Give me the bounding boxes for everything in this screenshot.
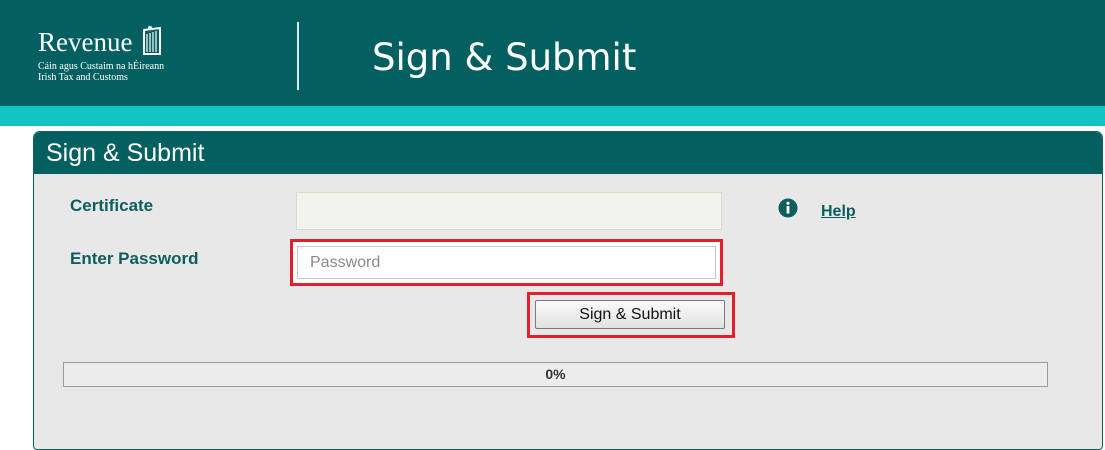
progress-label: 0% <box>545 366 566 382</box>
password-input[interactable] <box>297 246 716 279</box>
submit-highlight-box: Sign & Submit <box>527 292 735 338</box>
harp-icon <box>141 26 163 61</box>
page-title: Sign & Submit <box>372 36 637 79</box>
certificate-label: Certificate <box>70 196 154 215</box>
info-icon[interactable] <box>778 198 798 223</box>
progress-bar: 0% <box>63 362 1048 387</box>
sign-submit-panel: Sign & Submit Certificate Help Enter Pas… <box>33 131 1103 450</box>
app-header: Revenue Cáin agus Custaim na hÉireann Ir… <box>0 0 1105 106</box>
help-link[interactable]: Help <box>821 203 856 221</box>
header-divider <box>297 22 299 90</box>
header-accent-stripe <box>0 106 1105 126</box>
logo-tagline-irish: Cáin agus Custaim na hÉireann <box>38 61 165 72</box>
logo-name: Revenue <box>38 27 133 57</box>
panel-title: Sign & Submit <box>34 132 1102 174</box>
sign-submit-button[interactable]: Sign & Submit <box>535 300 725 329</box>
password-label: Enter Password <box>70 249 199 268</box>
revenue-logo: Revenue Cáin agus Custaim na hÉireann Ir… <box>38 26 165 83</box>
certificate-field[interactable] <box>296 192 722 230</box>
password-highlight-box <box>290 239 723 286</box>
logo-tagline-english: Irish Tax and Customs <box>38 72 128 83</box>
